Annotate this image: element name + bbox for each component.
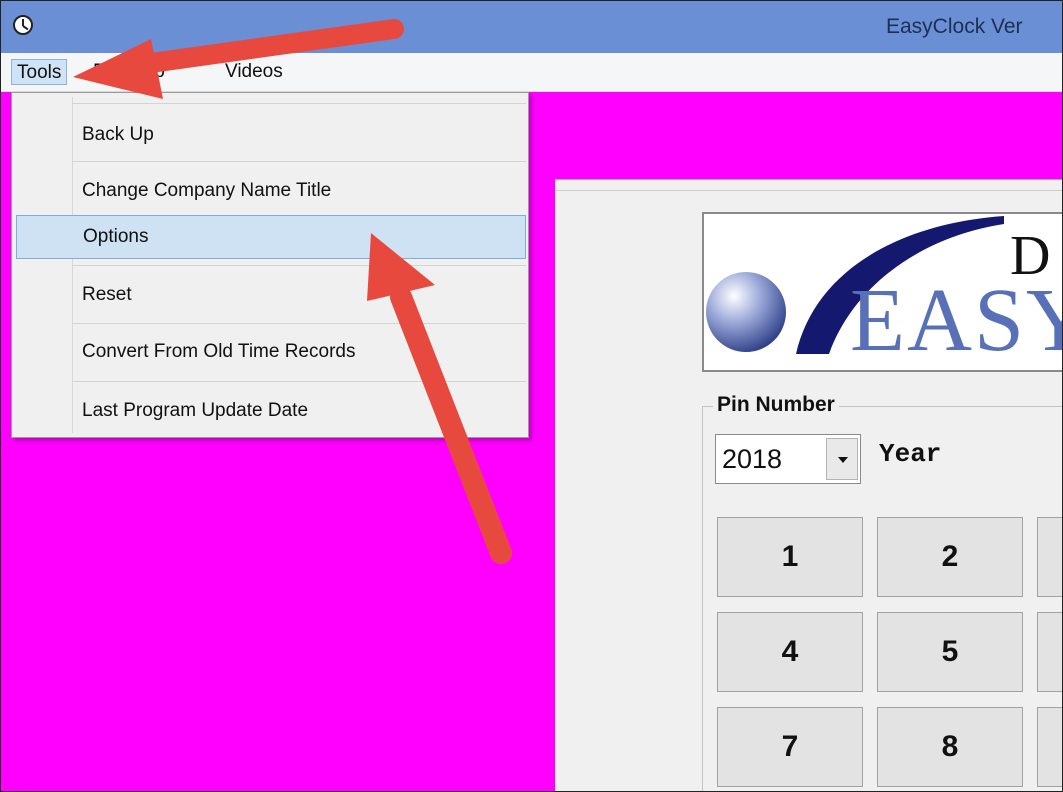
- chevron-down-icon[interactable]: [826, 438, 858, 480]
- tools-dropdown-menu: Back Up Change Company Name Title Option…: [11, 92, 529, 438]
- menu-back-up[interactable]: Back Up: [89, 59, 169, 85]
- clock-panel: D EASY Pin Number 2018 Year 1 2 4 5 7 8: [555, 179, 1062, 791]
- key-9[interactable]: [1037, 707, 1062, 787]
- menu-separator: [72, 103, 526, 104]
- divider: [556, 190, 1062, 191]
- logo-wordmark: EASY: [850, 271, 1062, 370]
- menu-item-convert-old-time-records[interactable]: Convert From Old Time Records: [12, 330, 526, 374]
- menu-item-change-company-name-title[interactable]: Change Company Name Title: [12, 169, 526, 213]
- year-value: 2018: [722, 444, 783, 474]
- menu-item-back-up[interactable]: Back Up: [12, 113, 526, 157]
- menu-bar: Tools Back Up Videos: [1, 53, 1062, 92]
- pin-number-legend: Pin Number: [713, 393, 839, 417]
- menu-separator: [72, 161, 526, 162]
- year-label: Year: [879, 439, 942, 469]
- app-window: EasyClock Ver Tools Back Up Videos D EAS…: [0, 0, 1063, 792]
- menu-item-last-program-update-date[interactable]: Last Program Update Date: [12, 389, 526, 433]
- title-bar: EasyClock Ver: [1, 1, 1062, 53]
- menu-tools[interactable]: Tools: [11, 59, 68, 85]
- key-5[interactable]: 5: [877, 612, 1023, 692]
- window-title: EasyClock Ver: [886, 15, 1023, 38]
- key-7[interactable]: 7: [717, 707, 863, 787]
- menu-item-reset[interactable]: Reset: [12, 273, 526, 317]
- key-3[interactable]: [1037, 517, 1062, 597]
- menu-separator: [72, 381, 526, 382]
- key-1[interactable]: 1: [717, 517, 863, 597]
- key-4[interactable]: 4: [717, 612, 863, 692]
- menu-item-options[interactable]: Options: [16, 215, 526, 259]
- clock-icon[interactable]: [13, 15, 33, 35]
- menu-videos[interactable]: Videos: [221, 59, 287, 85]
- key-8[interactable]: 8: [877, 707, 1023, 787]
- pin-number-group: Pin Number 2018 Year 1 2 4 5 7 8: [702, 393, 1062, 791]
- key-2[interactable]: 2: [877, 517, 1023, 597]
- company-logo: D EASY: [702, 212, 1062, 372]
- key-6[interactable]: [1037, 612, 1062, 692]
- menu-separator: [72, 265, 526, 266]
- menu-separator: [72, 323, 526, 324]
- year-select[interactable]: 2018: [715, 434, 861, 484]
